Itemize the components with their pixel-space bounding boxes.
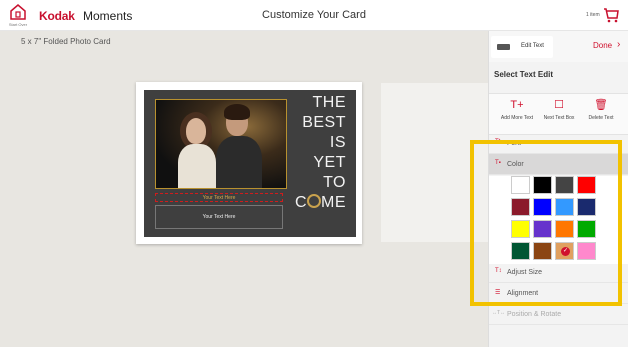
cart-count[interactable]: 1 item <box>586 12 600 18</box>
edit-text-tab[interactable]: Edit Text <box>491 36 553 58</box>
menu-position-rotate[interactable]: ↔T↔ Position & Rotate <box>489 304 628 325</box>
text-box-selected[interactable]: Your Text Here <box>155 193 283 202</box>
start-over-caption: Start Over <box>8 22 28 27</box>
color-swatch[interactable] <box>511 176 530 194</box>
edit-panel: Edit Text Done › Select Text Edit T+ Add… <box>488 31 628 347</box>
photo-detail <box>216 136 262 188</box>
card-front: Your Text Here Your Text Here THE BEST I… <box>144 90 356 237</box>
color-swatch[interactable]: ✓ <box>555 242 574 260</box>
position-icon: ↔T↔ <box>492 310 506 316</box>
quote-line: YET <box>313 154 346 171</box>
quote-line: TO <box>323 174 346 191</box>
color-swatch[interactable] <box>555 198 574 216</box>
check-icon: ✓ <box>561 247 570 256</box>
trash-icon: 🗑 <box>594 99 608 111</box>
color-swatch[interactable] <box>511 198 530 216</box>
cart-icon[interactable] <box>603 7 619 23</box>
photo-detail <box>186 118 206 144</box>
next-box-icon: ☐ <box>554 99 564 111</box>
panel-header: Edit Text Done › <box>489 31 628 62</box>
quote-line: THE <box>312 94 346 111</box>
quote-line: IS <box>329 134 346 151</box>
brand-suffix: Moments <box>83 9 133 23</box>
start-over-button[interactable]: Start Over <box>5 3 31 29</box>
color-swatch[interactable] <box>577 220 596 238</box>
delete-text-button[interactable]: 🗑 Delete Text <box>579 98 623 121</box>
color-swatch[interactable] <box>511 242 530 260</box>
color-swatch[interactable] <box>577 176 596 194</box>
menu-alignment[interactable]: ☰ Alignment <box>489 283 628 304</box>
card-preview: Your Text Here Your Text Here THE BEST I… <box>136 82 362 244</box>
menu-color[interactable]: T▪ Color <box>489 154 628 175</box>
color-icon: T▪ <box>495 160 501 166</box>
color-swatches: ✓ <box>489 176 628 264</box>
color-swatch[interactable] <box>511 220 530 238</box>
done-button[interactable]: Done <box>593 41 612 50</box>
text-box[interactable]: Your Text Here <box>155 205 283 229</box>
menu-font[interactable]: Tt Font <box>489 133 628 154</box>
quote-line: BEST <box>302 114 346 131</box>
color-swatch[interactable] <box>577 242 596 260</box>
font-icon: Tt <box>495 139 501 145</box>
menu-label: Adjust Size <box>507 269 543 276</box>
top-bar: Start Over Kodak Moments Customize Your … <box>0 0 628 31</box>
color-swatch[interactable] <box>533 242 552 260</box>
tool-label: Add More Text <box>500 115 534 121</box>
menu-adjust-size[interactable]: T↕ Adjust Size <box>489 262 628 283</box>
design-canvas: 5 x 7" Folded Photo Card Your Text Here … <box>0 31 488 347</box>
home-icon <box>10 4 26 20</box>
couple-photo[interactable] <box>155 99 287 189</box>
photo-detail <box>178 144 216 188</box>
color-swatch[interactable] <box>555 220 574 238</box>
text-plus-icon: T+ <box>510 99 524 111</box>
add-more-text-button[interactable]: T+ Add More Text <box>495 98 539 121</box>
photo-detail <box>224 104 250 120</box>
card-back-page <box>381 83 488 242</box>
color-swatch[interactable] <box>533 176 552 194</box>
app-window: Start Over Kodak Moments Customize Your … <box>0 0 628 347</box>
chevron-right-icon[interactable]: › <box>617 39 620 50</box>
quote-come-prefix: C <box>294 194 307 211</box>
color-swatch[interactable] <box>555 176 574 194</box>
keyboard-icon <box>497 44 510 50</box>
edit-text-label: Edit Text <box>521 43 544 49</box>
color-swatch[interactable] <box>533 220 552 238</box>
tool-label: Delete Text <box>588 115 614 121</box>
quote-line-come: C ME <box>295 194 346 212</box>
tool-label: Next Text Box <box>543 115 575 121</box>
alignment-icon: ☰ <box>495 290 501 296</box>
menu-label: Alignment <box>507 290 539 297</box>
text-tools: T+ Add More Text ☐ Next Text Box 🗑 Delet… <box>489 93 628 135</box>
color-swatch[interactable] <box>533 198 552 216</box>
ring-glyph <box>307 194 321 208</box>
color-swatch[interactable] <box>577 198 596 216</box>
menu-label: Color <box>507 161 524 168</box>
next-text-box-button[interactable]: ☐ Next Text Box <box>537 98 581 121</box>
quote-come-suffix: ME <box>321 194 346 211</box>
menu-label: Position & Rotate <box>507 311 562 318</box>
brand-logo: Kodak <box>39 9 75 23</box>
menu-label: Font <box>507 140 522 147</box>
product-label: 5 x 7" Folded Photo Card <box>21 37 111 46</box>
size-icon: T↕ <box>495 268 502 274</box>
panel-title: Select Text Edit <box>494 70 553 79</box>
